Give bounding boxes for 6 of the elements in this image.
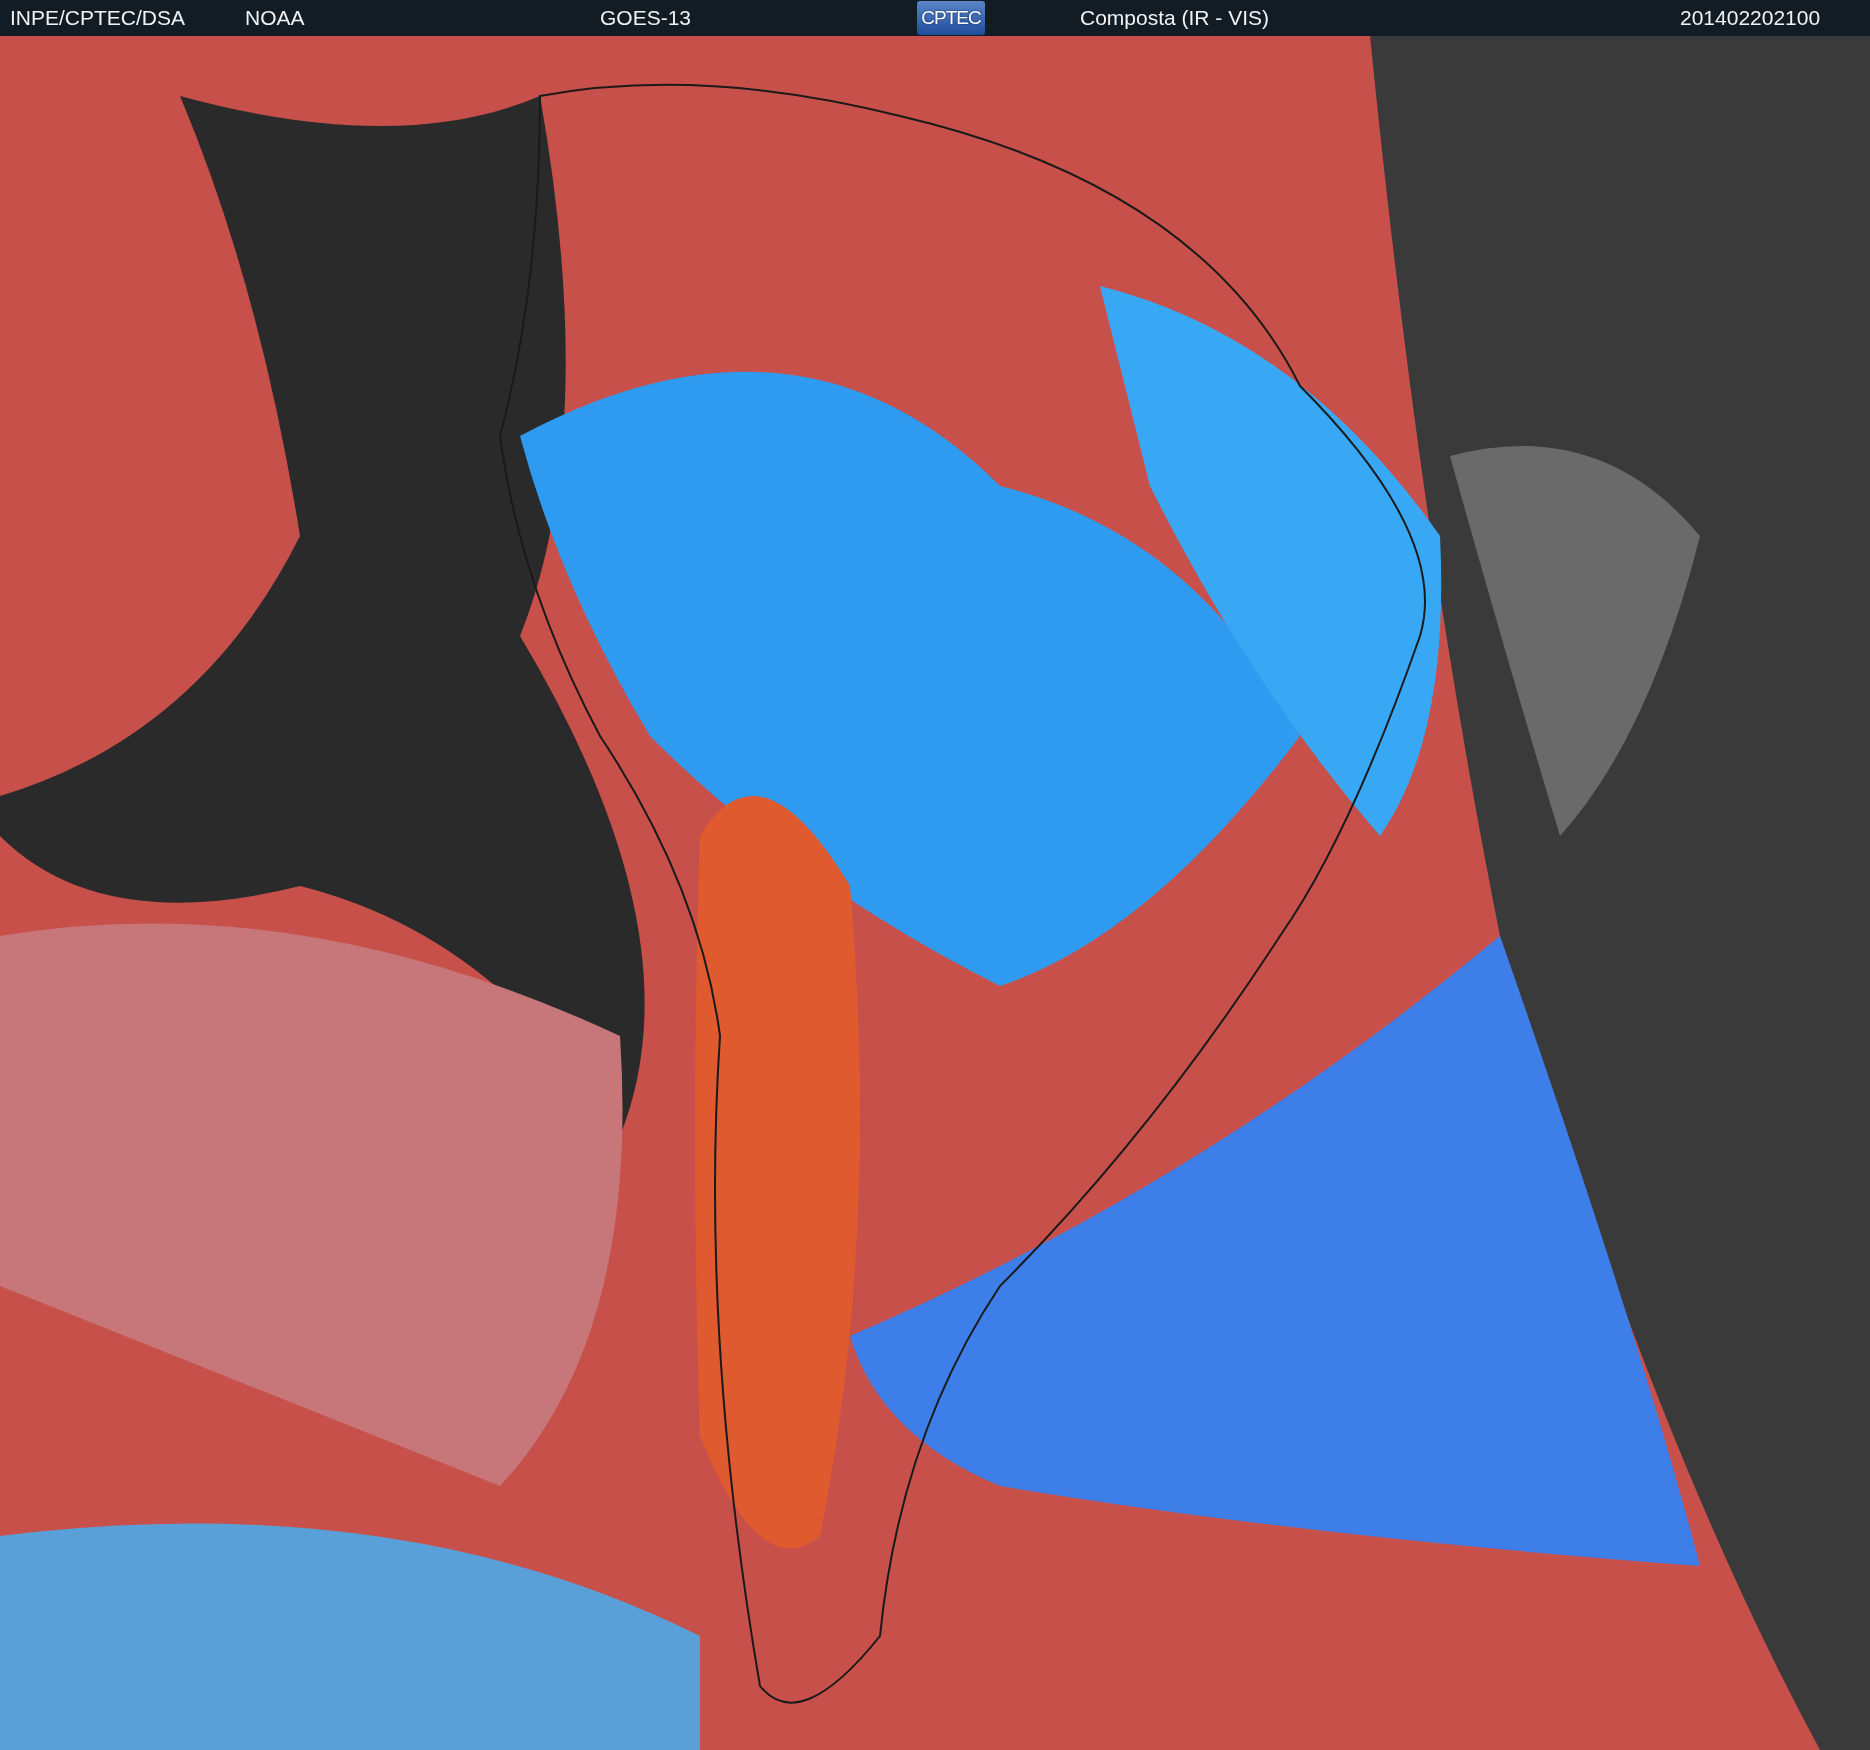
product-label: Composta (IR - VIS) bbox=[1080, 6, 1270, 30]
agency-label: NOAA bbox=[245, 6, 305, 30]
timestamp-label: 201402202100 bbox=[1680, 6, 1821, 30]
satellite-label: GOES-13 bbox=[600, 6, 692, 30]
logo: CPTEC bbox=[917, 1, 985, 35]
source-label: INPE/CPTEC/DSA bbox=[10, 6, 186, 30]
